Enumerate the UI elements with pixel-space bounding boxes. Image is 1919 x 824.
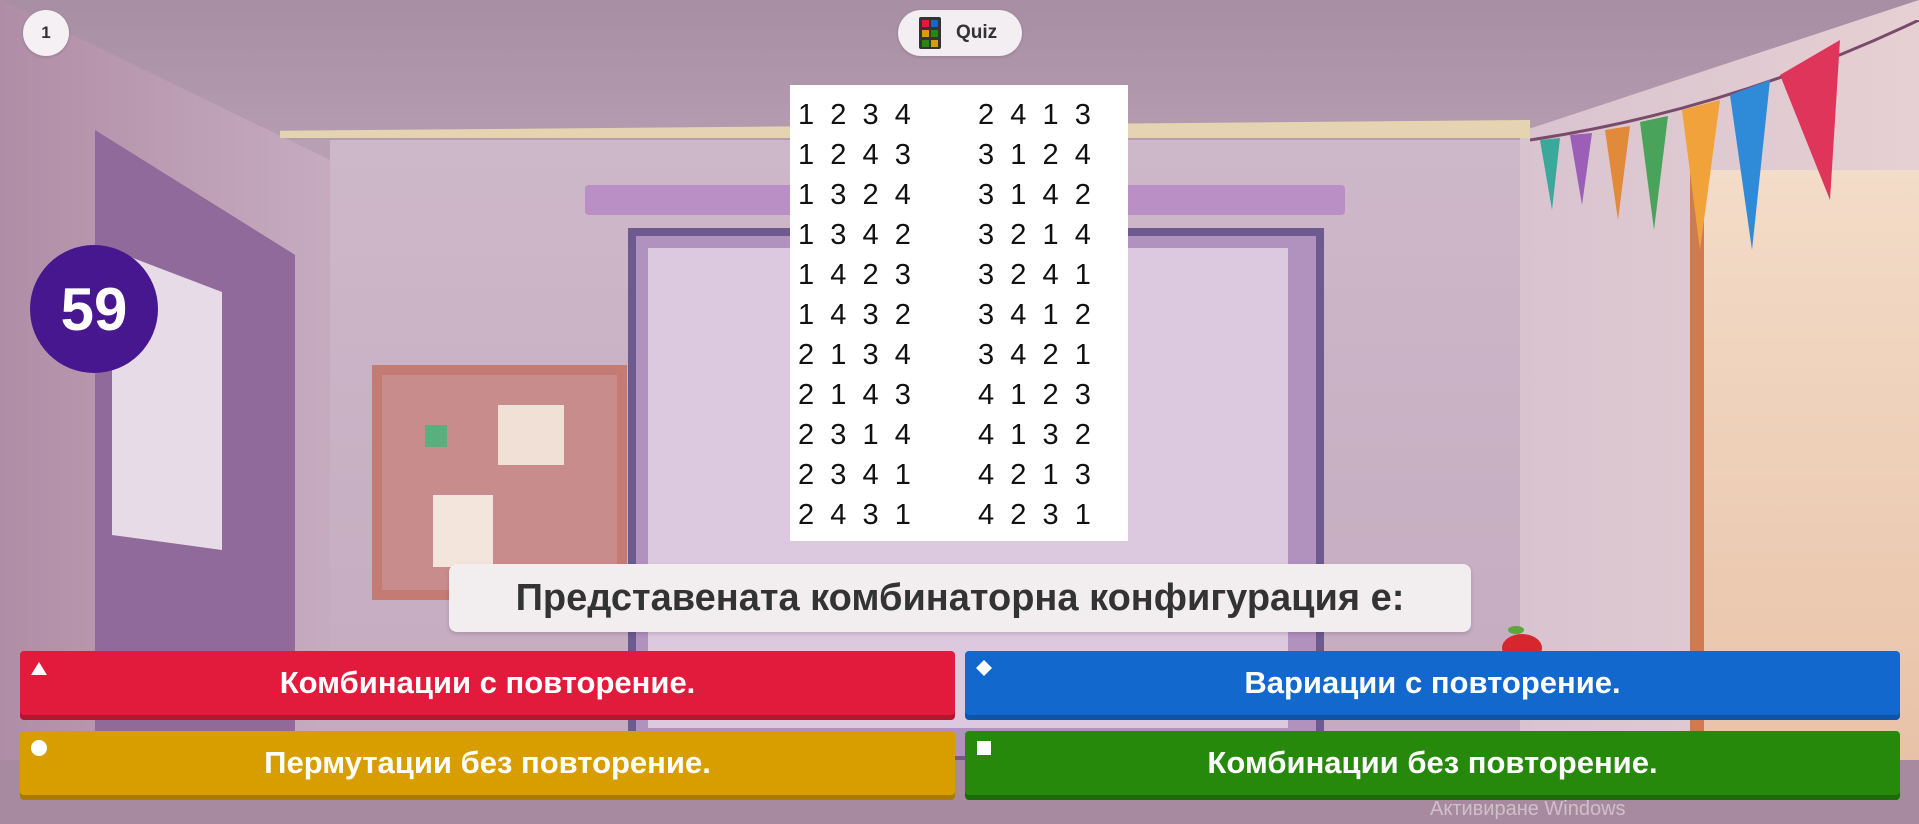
permutation-row: 1 2 4 3 bbox=[798, 139, 911, 171]
os-activation-watermark: Активиране Windows bbox=[1430, 798, 1626, 820]
permutation-row: 4 1 3 2 bbox=[978, 419, 1091, 451]
answer-label: Вариации с повторение. bbox=[1244, 665, 1621, 700]
square-icon bbox=[977, 741, 991, 755]
permutation-row: 3 1 2 4 bbox=[978, 139, 1091, 171]
permutation-row: 1 3 4 2 bbox=[798, 219, 911, 251]
quiz-mode-label: Quiz bbox=[956, 22, 998, 43]
permutation-row: 3 2 1 4 bbox=[978, 219, 1091, 251]
permutation-row: 2 4 1 3 bbox=[978, 99, 1091, 131]
permutation-row: 3 1 4 2 bbox=[978, 179, 1091, 211]
answer-label: Комбинации с повторение. bbox=[279, 665, 696, 700]
permutation-row: 1 4 3 2 bbox=[798, 299, 911, 331]
permutation-row: 1 3 2 4 bbox=[798, 179, 911, 211]
permutation-row: 2 3 4 1 bbox=[798, 459, 911, 491]
quiz-mode-badge: Quiz bbox=[898, 10, 1022, 56]
bunting-flags-icon bbox=[1530, 20, 1919, 250]
permutation-row: 2 3 1 4 bbox=[798, 419, 911, 451]
circle-icon bbox=[31, 740, 47, 756]
answer-button-diamond[interactable]: Вариации с повторение. bbox=[965, 651, 1900, 715]
question-text: Представената комбинаторна конфигурация … bbox=[449, 564, 1471, 632]
diamond-icon bbox=[976, 660, 992, 676]
permutation-row: 2 1 4 3 bbox=[798, 379, 911, 411]
answer-button-triangle[interactable]: Комбинации с повторение. bbox=[20, 651, 955, 715]
permutation-row: 4 1 2 3 bbox=[978, 379, 1091, 411]
sticky-note bbox=[433, 495, 493, 567]
permutation-row: 2 4 3 1 bbox=[798, 499, 911, 531]
answer-button-square[interactable]: Комбинации без повторение. bbox=[965, 731, 1900, 795]
sticky-note bbox=[425, 425, 447, 447]
permutation-row: 4 2 1 3 bbox=[978, 459, 1091, 491]
permutation-row: 3 2 4 1 bbox=[978, 259, 1091, 291]
answer-label: Комбинации без повторение. bbox=[1207, 745, 1658, 780]
answer-button-circle[interactable]: Пермутации без повторение. bbox=[20, 731, 955, 795]
question-counter: 1 bbox=[23, 10, 69, 56]
countdown-timer: 59 bbox=[30, 245, 158, 373]
permutation-row: 4 2 3 1 bbox=[978, 499, 1091, 531]
sticky-note bbox=[498, 405, 564, 465]
permutation-column-left: 1 2 3 4 1 2 4 3 1 3 2 4 1 3 4 2 1 4 2 3 … bbox=[798, 95, 911, 535]
permutation-row: 3 4 2 1 bbox=[978, 339, 1091, 371]
answer-label: Пермутации без повторение. bbox=[264, 745, 711, 780]
permutation-row: 2 1 3 4 bbox=[798, 339, 911, 371]
permutation-row: 3 4 1 2 bbox=[978, 299, 1091, 331]
permutation-row: 1 2 3 4 bbox=[798, 99, 911, 131]
permutation-column-right: 2 4 1 3 3 1 2 4 3 1 4 2 3 2 1 4 3 2 4 1 … bbox=[978, 95, 1091, 535]
quiz-grid-icon bbox=[919, 17, 941, 49]
permutation-row: 1 4 2 3 bbox=[798, 259, 911, 291]
question-image: 1 2 3 4 1 2 4 3 1 3 2 4 1 3 4 2 1 4 2 3 … bbox=[790, 85, 1128, 541]
triangle-icon bbox=[31, 662, 47, 675]
